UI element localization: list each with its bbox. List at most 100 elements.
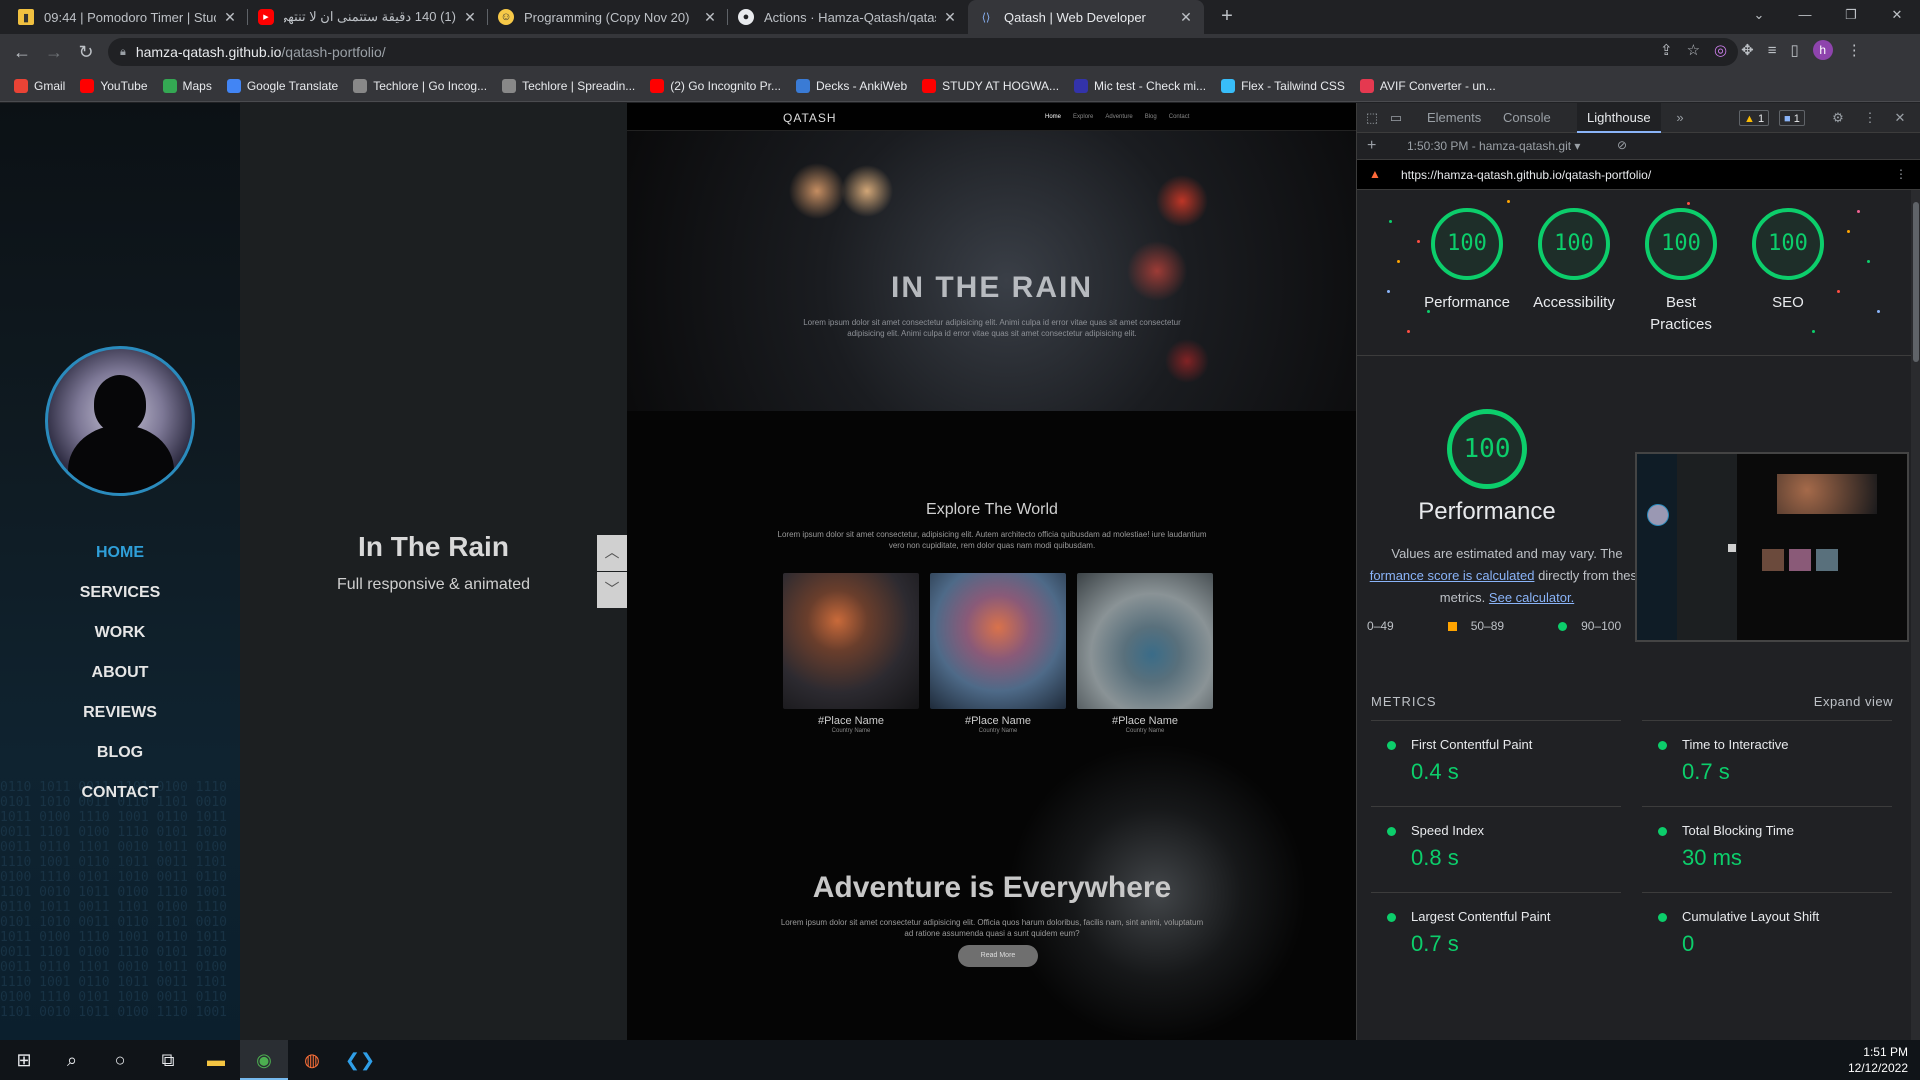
youtube-icon: ▶: [258, 9, 274, 25]
score-calc-link[interactable]: formance score is calculated: [1370, 568, 1535, 583]
score-ring: 100: [1538, 208, 1610, 280]
preview-link[interactable]: Blog: [1145, 114, 1157, 120]
profile-avatar[interactable]: h: [1812, 40, 1833, 60]
accessibility-gauge[interactable]: 100 Accessibility: [1519, 208, 1629, 314]
forward-icon[interactable]: →: [42, 40, 66, 64]
media-queue-icon[interactable]: ≡: [1768, 42, 1777, 59]
inspect-element-icon[interactable]: ⬚: [1363, 109, 1381, 127]
address-bar[interactable]: 🔒︎ hamza-qatash.github.io/qatash-portfol…: [108, 38, 1738, 66]
tab-search-icon[interactable]: ⌄: [1736, 0, 1782, 30]
chevron-down-icon[interactable]: ﹀: [597, 572, 627, 608]
tab-lighthouse[interactable]: Lighthouse: [1577, 103, 1661, 133]
nav-item-services[interactable]: SERVICES: [0, 573, 240, 613]
cortana-icon[interactable]: ○: [96, 1040, 144, 1080]
tab-elements[interactable]: Elements: [1417, 103, 1491, 133]
search-icon[interactable]: ⌕: [48, 1040, 96, 1080]
seo-gauge[interactable]: 100 SEO: [1733, 208, 1843, 314]
extensions-puzzle-icon[interactable]: ✥: [1741, 41, 1754, 59]
bookmark-item[interactable]: STUDY AT HOGWA...: [922, 78, 1059, 93]
restore-button[interactable]: ❐: [1828, 0, 1874, 30]
place-card[interactable]: #Place Name Country Name: [930, 573, 1066, 734]
close-devtools-icon[interactable]: ✕: [1891, 109, 1909, 127]
browser-tab[interactable]: ▶ (1) 140 دقيقة ستتمنى ان لا تنتهي ✕: [248, 0, 488, 34]
bookmark-item[interactable]: YouTube: [80, 78, 148, 93]
chrome-icon[interactable]: ◉: [240, 1040, 288, 1080]
back-icon[interactable]: ←: [10, 40, 34, 64]
vscode-icon[interactable]: ❮❯: [336, 1040, 384, 1080]
bookmark-label: Flex - Tailwind CSS: [1241, 78, 1345, 93]
bookmark-item[interactable]: AVIF Converter - un...: [1359, 78, 1496, 93]
nav-item-home[interactable]: HOME: [0, 533, 240, 573]
nav-item-reviews[interactable]: REVIEWS: [0, 693, 240, 733]
new-tab-button[interactable]: +: [1215, 5, 1239, 29]
place-card[interactable]: #Place Name Country Name: [783, 573, 919, 734]
preview-link[interactable]: Contact: [1169, 114, 1190, 120]
nav-item-about[interactable]: ABOUT: [0, 653, 240, 693]
read-more-button[interactable]: Read More: [958, 945, 1038, 967]
best-practices-gauge[interactable]: 100 Best Practices: [1626, 208, 1736, 336]
settings-gear-icon[interactable]: ⚙: [1829, 109, 1847, 127]
bookmark-item[interactable]: Google Translate: [226, 78, 338, 93]
site-icon: ⟨⟩: [981, 11, 991, 24]
close-icon[interactable]: ✕: [942, 9, 958, 26]
menu-kebab-icon[interactable]: ⋮: [1847, 41, 1862, 59]
device-toolbar-icon[interactable]: ▭: [1387, 109, 1405, 127]
task-view-icon[interactable]: ⧉: [144, 1040, 192, 1080]
bookmark-item[interactable]: Maps: [162, 78, 212, 93]
preview-link[interactable]: Home: [1045, 114, 1061, 120]
report-menu-icon[interactable]: ⋮: [1895, 167, 1907, 181]
bookmark-item[interactable]: (2) Go Incognito Pr...: [650, 78, 781, 93]
messages-badge[interactable]: ■ 1: [1779, 110, 1805, 126]
browser-tab[interactable]: ☺ Programming (Copy Nov 20) ✕: [488, 0, 728, 34]
windows-start-icon[interactable]: ⊞: [0, 1040, 48, 1080]
bookmark-item[interactable]: Techlore | Spreadin...: [502, 78, 635, 93]
close-window-button[interactable]: ✕: [1874, 0, 1920, 30]
warnings-badge[interactable]: ▲ 1: [1739, 110, 1770, 126]
bookmark-item[interactable]: Techlore | Go Incog...: [353, 78, 487, 93]
final-screenshot-thumbnail[interactable]: [1635, 452, 1909, 642]
devtools-menu-icon[interactable]: ⋮: [1861, 109, 1879, 127]
bookmark-item[interactable]: Decks - AnkiWeb: [795, 78, 907, 93]
file-explorer-icon[interactable]: ▬: [192, 1040, 240, 1080]
bookmark-item[interactable]: Flex - Tailwind CSS: [1221, 78, 1345, 93]
close-icon[interactable]: ✕: [462, 9, 478, 26]
browser-tab[interactable]: ▮ 09:44 | Pomodoro Timer | Study W ✕: [8, 0, 248, 34]
share-icon[interactable]: ⇪: [1660, 41, 1673, 59]
close-icon[interactable]: ✕: [702, 9, 718, 26]
more-tabs-icon[interactable]: »: [1671, 109, 1689, 127]
bookmark-item[interactable]: Gmail: [14, 78, 65, 93]
nav-item-blog[interactable]: BLOG: [0, 733, 240, 773]
bookmark-favicon-icon: [162, 78, 177, 93]
performance-gauge[interactable]: 100 Performance: [1412, 208, 1522, 314]
tab-console[interactable]: Console: [1493, 103, 1561, 133]
github-icon: ●: [738, 9, 754, 25]
see-calculator-link[interactable]: See calculator.: [1489, 590, 1574, 605]
side-panel-icon[interactable]: ▯: [1790, 41, 1798, 59]
browser-tab[interactable]: ● Actions · Hamza-Qatash/qatash-p ✕: [728, 0, 968, 34]
browser-tab-active[interactable]: ⟨⟩ Qatash | Web Developer ✕: [968, 0, 1204, 34]
new-report-icon[interactable]: +: [1367, 137, 1376, 155]
chevron-up-icon[interactable]: ︿: [597, 535, 627, 571]
bookmark-star-icon[interactable]: ☆: [1687, 41, 1700, 59]
close-icon[interactable]: ✕: [1178, 9, 1194, 26]
report-url[interactable]: https://hamza-qatash.github.io/qatash-po…: [1401, 168, 1651, 182]
tab-title: Actions · Hamza-Qatash/qatash-p: [764, 9, 936, 25]
preview-link[interactable]: Adventure: [1105, 114, 1132, 120]
nav-item-contact[interactable]: CONTACT: [0, 773, 240, 813]
expand-view-button[interactable]: Expand view: [1814, 694, 1893, 709]
nav-item-work[interactable]: WORK: [0, 613, 240, 653]
system-clock[interactable]: 1:51 PM 12/12/2022: [1848, 1044, 1908, 1076]
reload-icon[interactable]: ↻: [74, 40, 98, 64]
extension-icon[interactable]: ◎: [1714, 41, 1727, 59]
close-icon[interactable]: ✕: [222, 9, 238, 26]
devtools-scrollbar[interactable]: [1911, 190, 1920, 1040]
preview-link[interactable]: Explore: [1073, 114, 1093, 120]
place-card[interactable]: #Place Name Country Name: [1077, 573, 1213, 734]
clear-icon[interactable]: ⊘: [1617, 138, 1627, 152]
report-selector-label: 1:50:30 PM - hamza-qatash.git: [1407, 139, 1572, 153]
firefox-icon[interactable]: ◍: [288, 1040, 336, 1080]
bookmark-item[interactable]: Mic test - Check mi...: [1074, 78, 1206, 93]
report-selector[interactable]: 1:50:30 PM - hamza-qatash.git ▾: [1407, 139, 1580, 153]
minimize-button[interactable]: —: [1782, 0, 1828, 30]
gauge-label: Performance: [1424, 294, 1510, 311]
